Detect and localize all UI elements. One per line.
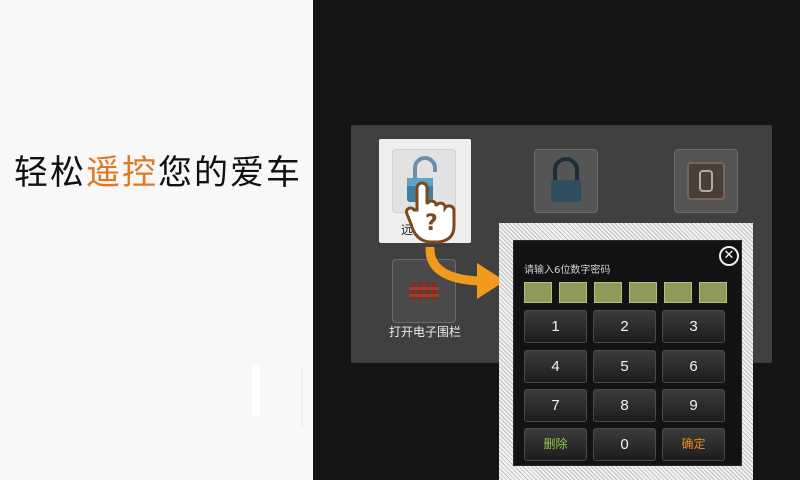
- pointer-hand-icon: ?: [405, 181, 456, 244]
- pin-cell: [524, 282, 552, 303]
- digit-key-8[interactable]: 8: [593, 389, 656, 422]
- menu-label: 打开电子围栏: [388, 325, 461, 339]
- decorative-bar: [301, 368, 303, 426]
- svg-text:?: ?: [425, 211, 438, 236]
- slogan-text-end: 您的爱车: [158, 153, 302, 193]
- promo-panel: 轻松遥控您的爱车: [0, 0, 313, 480]
- digit-key-1[interactable]: 1: [524, 310, 587, 343]
- digit-key-6[interactable]: 6: [662, 350, 725, 383]
- pin-cell: [699, 282, 727, 303]
- digit-key-5[interactable]: 5: [593, 350, 656, 383]
- confirm-button[interactable]: 确定: [662, 428, 725, 461]
- lock-icon: [534, 149, 598, 213]
- pin-cell: [664, 282, 692, 303]
- digit-key-3[interactable]: 3: [662, 310, 725, 343]
- digit-key-0[interactable]: 0: [593, 428, 656, 461]
- digit-key-9[interactable]: 9: [662, 389, 725, 422]
- slogan-accent: 遥控: [86, 153, 158, 193]
- keypad-title: 请输入6位数字密码: [524, 265, 611, 276]
- trunk-icon: [674, 149, 738, 213]
- digit-key-7[interactable]: 7: [524, 389, 587, 422]
- slogan-text: 轻松: [14, 153, 86, 193]
- pin-cell: [559, 282, 587, 303]
- pin-cell: [594, 282, 622, 303]
- pin-cell: [629, 282, 657, 303]
- digit-key-2[interactable]: 2: [593, 310, 656, 343]
- delete-button[interactable]: 删除: [524, 428, 587, 461]
- decorative-bar: [252, 366, 260, 416]
- close-icon[interactable]: ✕: [719, 246, 739, 266]
- digit-key-4[interactable]: 4: [524, 350, 587, 383]
- slogan: 轻松遥控您的爱车: [14, 145, 302, 194]
- pin-keypad-dialog: 请输入6位数字密码 ✕ 1 2 3 4 5 6 7 8 9 删除 0 确定: [513, 240, 742, 466]
